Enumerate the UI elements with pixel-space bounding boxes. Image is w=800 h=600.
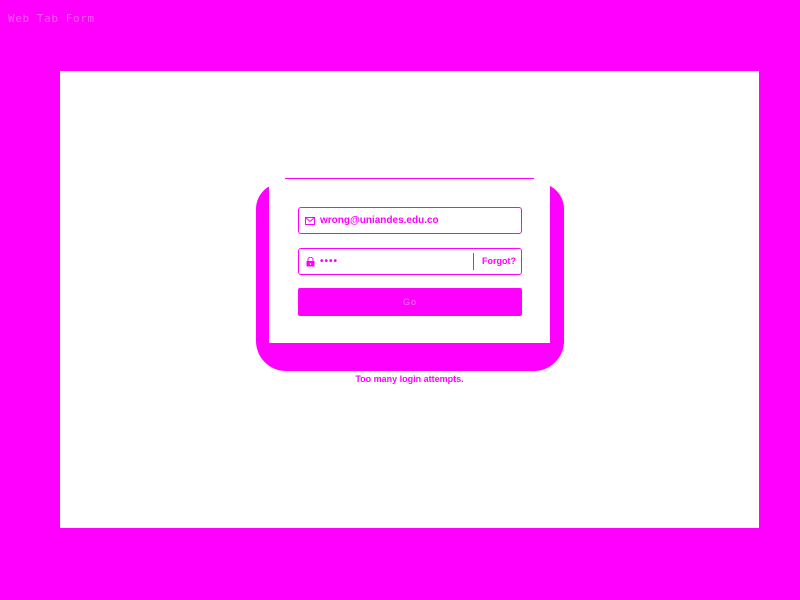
window-title: Web Tab Form bbox=[8, 12, 95, 25]
password-field[interactable]: Forgot? bbox=[298, 248, 522, 275]
screen: Web Tab Form wrong@uniandes.edu.co •••• … bbox=[0, 0, 800, 600]
lock-icon bbox=[305, 256, 315, 267]
field-divider bbox=[473, 253, 474, 270]
login-button[interactable]: Go bbox=[298, 288, 522, 316]
password-input[interactable] bbox=[320, 251, 460, 272]
login-card: Forgot? Go bbox=[269, 177, 550, 343]
error-message: Too many login attempts. bbox=[355, 374, 464, 384]
mail-icon bbox=[305, 216, 315, 226]
card-top-divider bbox=[285, 178, 534, 179]
email-field[interactable] bbox=[298, 207, 522, 234]
page-canvas: Forgot? Go Too many login attempts. bbox=[60, 71, 759, 528]
forgot-password-link[interactable]: Forgot? bbox=[482, 256, 516, 266]
email-input[interactable] bbox=[320, 210, 470, 231]
